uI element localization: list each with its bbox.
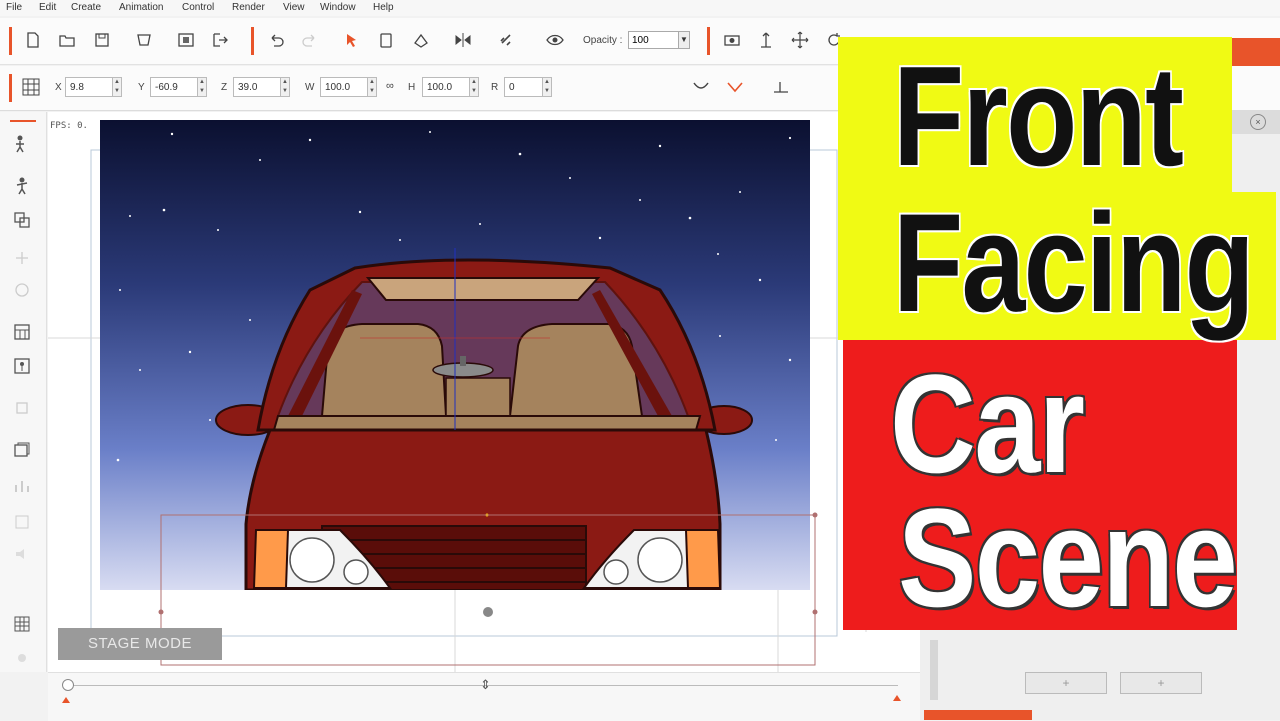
title-line-scene: Scene bbox=[898, 479, 1238, 636]
h-input[interactable]: 100.0 bbox=[422, 77, 470, 97]
baseline-icon[interactable] bbox=[772, 78, 790, 96]
opacity-label: Opacity : bbox=[583, 35, 623, 46]
timeline-start-handle[interactable] bbox=[62, 679, 74, 691]
chart-icon bbox=[12, 476, 32, 496]
select-arrow-icon[interactable] bbox=[343, 31, 361, 49]
left-tool-panel bbox=[0, 112, 47, 672]
toolbar-divider bbox=[9, 27, 12, 55]
add-button-1[interactable]: + bbox=[1025, 672, 1107, 694]
x-input[interactable]: 9.8 bbox=[65, 77, 113, 97]
r-label: R bbox=[491, 82, 499, 93]
title-line-car: Car bbox=[890, 345, 1085, 502]
close-panel-icon[interactable]: × bbox=[1250, 114, 1266, 130]
import-icon[interactable] bbox=[135, 31, 153, 49]
toolbar-divider bbox=[251, 27, 254, 55]
grid-icon[interactable] bbox=[22, 78, 40, 96]
settings-icon bbox=[12, 648, 32, 668]
h-spinner[interactable]: ▲ ▼ bbox=[469, 77, 479, 97]
new-file-icon[interactable] bbox=[24, 31, 42, 49]
calculator-icon[interactable] bbox=[12, 322, 32, 342]
undo-icon[interactable] bbox=[267, 31, 285, 49]
opacity-input[interactable]: 100 bbox=[628, 31, 684, 49]
y-spinner[interactable]: ▲ ▼ bbox=[197, 77, 207, 97]
z-input[interactable]: 39.0 bbox=[233, 77, 281, 97]
save-icon[interactable] bbox=[93, 31, 111, 49]
paint-icon[interactable] bbox=[412, 31, 430, 49]
menu-file[interactable]: File bbox=[6, 2, 22, 13]
mirror-icon bbox=[12, 248, 32, 268]
y-label: Y bbox=[138, 82, 145, 93]
z-spinner[interactable]: ▲ ▼ bbox=[280, 77, 290, 97]
timeline-end-marker bbox=[893, 695, 901, 701]
puppet-icon[interactable] bbox=[12, 356, 32, 376]
render-icon[interactable] bbox=[177, 31, 195, 49]
playhead-icon[interactable]: ⇕ bbox=[480, 677, 494, 693]
timeline: ⇕ bbox=[48, 672, 920, 721]
dashboard bbox=[272, 415, 702, 431]
flip-icon[interactable] bbox=[454, 31, 472, 49]
frame-icon bbox=[12, 512, 32, 532]
anchor-icon[interactable] bbox=[757, 31, 775, 49]
selection-box[interactable] bbox=[150, 505, 830, 670]
opacity-dropdown-arrow[interactable]: ▼ bbox=[678, 31, 690, 49]
move-icon[interactable] bbox=[791, 31, 809, 49]
menu-create[interactable]: Create bbox=[71, 2, 101, 13]
eye-icon[interactable] bbox=[546, 31, 564, 49]
panel-accent-line bbox=[10, 120, 36, 122]
scene-icon[interactable] bbox=[12, 440, 32, 460]
toolbar-divider bbox=[707, 27, 710, 55]
timeline-start-marker bbox=[62, 697, 70, 703]
active-tab-indicator bbox=[924, 710, 1032, 720]
sound-icon bbox=[12, 544, 32, 564]
center-console bbox=[445, 377, 511, 417]
menu-bar: File Edit Create Animation Control Rende… bbox=[0, 0, 1280, 16]
menu-edit[interactable]: Edit bbox=[39, 2, 56, 13]
toolbar-divider bbox=[9, 74, 12, 102]
y-input[interactable]: -60.9 bbox=[150, 77, 198, 97]
menu-control[interactable]: Control bbox=[182, 2, 214, 13]
grid-snap-icon[interactable] bbox=[12, 614, 32, 634]
z-label: Z bbox=[221, 82, 228, 93]
menu-help[interactable]: Help bbox=[373, 2, 394, 13]
stage-mode-button[interactable]: STAGE MODE bbox=[58, 628, 222, 660]
link-ratio-icon[interactable]: ∞ bbox=[386, 80, 394, 92]
layers-icon[interactable] bbox=[12, 210, 32, 230]
w-spinner[interactable]: ▲ ▼ bbox=[367, 77, 377, 97]
camera-icon[interactable] bbox=[723, 31, 741, 49]
panel-scrollbar[interactable] bbox=[930, 640, 938, 700]
menu-render[interactable]: Render bbox=[232, 2, 265, 13]
path-icon bbox=[12, 280, 32, 300]
title-line-facing: Facing bbox=[893, 184, 1255, 341]
open-folder-icon[interactable] bbox=[58, 31, 76, 49]
add-button-2[interactable]: + bbox=[1120, 672, 1202, 694]
clipboard-icon[interactable] bbox=[377, 31, 395, 49]
r-spinner[interactable]: ▲ ▼ bbox=[542, 77, 552, 97]
roof-liner bbox=[365, 277, 601, 301]
h-label: H bbox=[408, 82, 416, 93]
redo-icon[interactable] bbox=[301, 31, 319, 49]
menu-animation[interactable]: Animation bbox=[119, 2, 163, 13]
title-line-front: Front bbox=[893, 37, 1184, 196]
x-label: X bbox=[55, 82, 62, 93]
link-icon[interactable] bbox=[498, 31, 516, 49]
bone-icon[interactable] bbox=[12, 176, 32, 196]
w-input[interactable]: 100.0 bbox=[320, 77, 368, 97]
ease-out-icon[interactable] bbox=[726, 78, 744, 96]
mirror-mount bbox=[460, 356, 466, 366]
menu-window[interactable]: Window bbox=[320, 2, 356, 13]
actor-icon[interactable] bbox=[12, 134, 32, 154]
menu-view[interactable]: View bbox=[283, 2, 305, 13]
ease-in-icon[interactable] bbox=[692, 78, 710, 96]
w-label: W bbox=[305, 82, 315, 93]
x-spinner[interactable]: ▲ ▼ bbox=[112, 77, 122, 97]
export-icon[interactable] bbox=[211, 31, 229, 49]
prop-icon bbox=[12, 398, 32, 418]
